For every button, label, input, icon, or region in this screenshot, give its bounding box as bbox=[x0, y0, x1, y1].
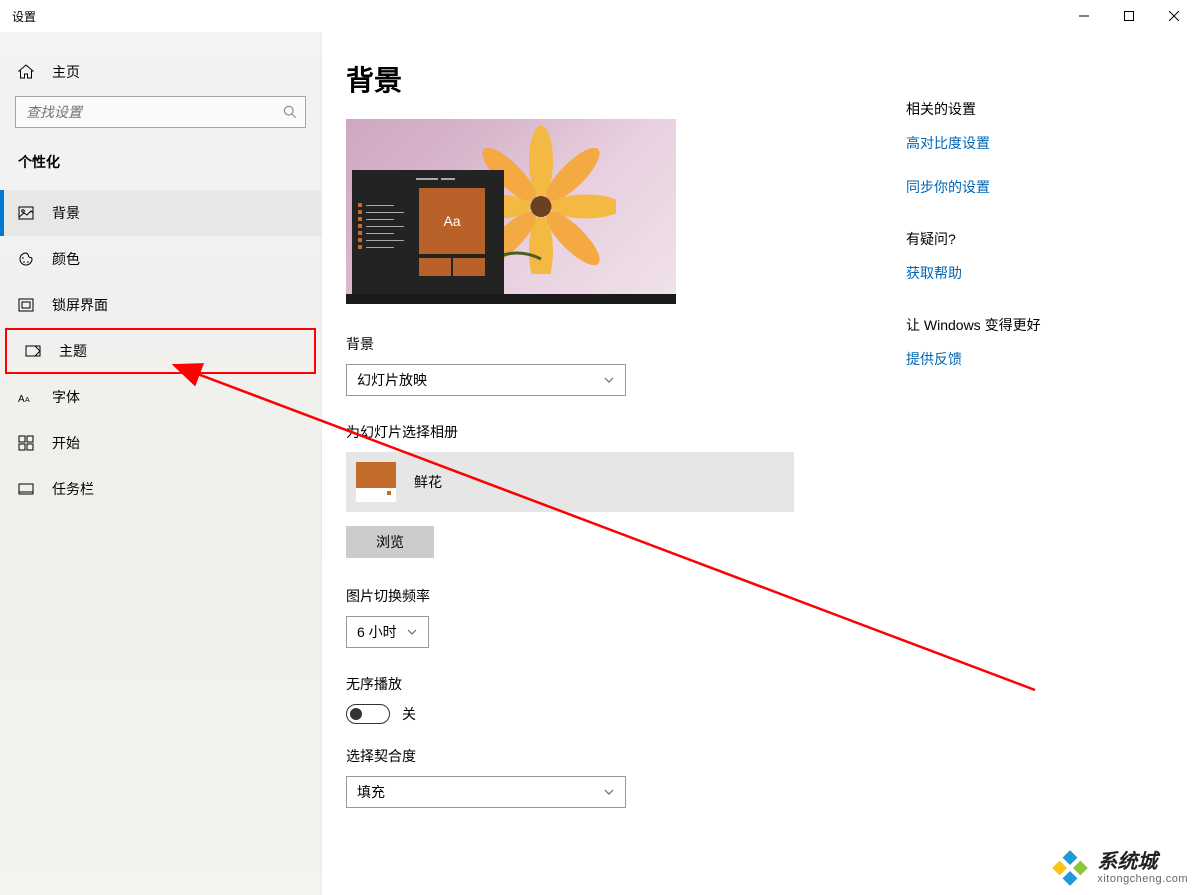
search-icon bbox=[283, 105, 297, 119]
shuffle-state: 关 bbox=[402, 704, 416, 724]
sidebar-item-label: 锁屏界面 bbox=[52, 295, 108, 315]
watermark: 系统城 xitongcheng.com bbox=[1049, 847, 1188, 889]
search-input[interactable] bbox=[26, 104, 283, 120]
sidebar-item-start[interactable]: 开始 bbox=[0, 420, 321, 466]
shuffle-toggle[interactable] bbox=[346, 704, 390, 724]
right-rail: 相关的设置 高对比度设置 同步你的设置 有疑问? 获取帮助 让 Windows … bbox=[906, 59, 1148, 875]
background-label: 背景 bbox=[346, 334, 906, 354]
sidebar-item-themes[interactable]: 主题 bbox=[5, 328, 316, 374]
chevron-down-icon bbox=[406, 626, 418, 638]
rail-link-sync[interactable]: 同步你的设置 bbox=[906, 177, 1148, 197]
watermark-url: xitongcheng.com bbox=[1097, 873, 1188, 885]
home-label: 主页 bbox=[52, 62, 80, 82]
rail-feedback-title: 让 Windows 变得更好 bbox=[906, 315, 1148, 335]
minimize-icon bbox=[1079, 11, 1089, 21]
sidebar-item-label: 字体 bbox=[52, 387, 80, 407]
watermark-name: 系统城 bbox=[1097, 851, 1188, 873]
frequency-label: 图片切换频率 bbox=[346, 586, 906, 606]
sidebar-item-label: 主题 bbox=[59, 341, 87, 361]
sidebar-item-lockscreen[interactable]: 锁屏界面 bbox=[0, 282, 321, 328]
album-thumbnail bbox=[356, 462, 396, 502]
start-icon bbox=[18, 435, 34, 451]
sidebar-item-label: 颜色 bbox=[52, 249, 80, 269]
palette-icon bbox=[18, 251, 34, 267]
sidebar-item-fonts[interactable]: AA 字体 bbox=[0, 374, 321, 420]
chevron-down-icon bbox=[603, 786, 615, 798]
window-title: 设置 bbox=[12, 8, 36, 25]
fit-label: 选择契合度 bbox=[346, 746, 906, 766]
watermark-logo-icon bbox=[1049, 847, 1091, 889]
album-row[interactable]: 鲜花 bbox=[346, 452, 794, 512]
sidebar-item-colors[interactable]: 颜色 bbox=[0, 236, 321, 282]
themes-icon bbox=[25, 343, 41, 359]
dropdown-value: 6 小时 bbox=[357, 622, 397, 642]
taskbar-icon bbox=[18, 481, 34, 497]
dropdown-value: 填充 bbox=[357, 782, 385, 802]
svg-text:A: A bbox=[25, 397, 30, 404]
picture-icon bbox=[18, 205, 34, 221]
rail-link-help[interactable]: 获取帮助 bbox=[906, 263, 1148, 283]
rail-link-feedback[interactable]: 提供反馈 bbox=[906, 349, 1148, 369]
preview-tile-text: Aa bbox=[419, 188, 485, 254]
section-title: 个性化 bbox=[0, 152, 321, 190]
close-button[interactable] bbox=[1151, 0, 1196, 32]
font-icon: AA bbox=[18, 389, 34, 405]
sidebar-item-label: 任务栏 bbox=[52, 479, 94, 499]
page-title: 背景 bbox=[346, 59, 906, 99]
background-dropdown[interactable]: 幻灯片放映 bbox=[346, 364, 626, 396]
rail-related-title: 相关的设置 bbox=[906, 99, 1148, 119]
sidebar: 主页 个性化 背景 颜色 锁屏界面 主题 AA 字体 bbox=[0, 32, 322, 895]
background-preview: Aa bbox=[346, 119, 676, 304]
dropdown-value: 幻灯片放映 bbox=[357, 370, 427, 390]
sidebar-item-taskbar[interactable]: 任务栏 bbox=[0, 466, 321, 512]
lockscreen-icon bbox=[18, 297, 34, 313]
search-input-wrapper[interactable] bbox=[15, 96, 306, 128]
browse-button[interactable]: 浏览 bbox=[346, 526, 434, 558]
rail-link-high-contrast[interactable]: 高对比度设置 bbox=[906, 133, 1148, 153]
home-icon bbox=[18, 64, 34, 80]
album-label: 为幻灯片选择相册 bbox=[346, 422, 906, 442]
minimize-button[interactable] bbox=[1061, 0, 1106, 32]
frequency-dropdown[interactable]: 6 小时 bbox=[346, 616, 429, 648]
album-name: 鲜花 bbox=[414, 472, 442, 492]
chevron-down-icon bbox=[603, 374, 615, 386]
sidebar-item-background[interactable]: 背景 bbox=[0, 190, 321, 236]
rail-question-title: 有疑问? bbox=[906, 229, 1148, 249]
maximize-button[interactable] bbox=[1106, 0, 1151, 32]
browse-label: 浏览 bbox=[376, 532, 404, 552]
maximize-icon bbox=[1124, 11, 1134, 21]
fit-dropdown[interactable]: 填充 bbox=[346, 776, 626, 808]
close-icon bbox=[1169, 11, 1179, 21]
home-link[interactable]: 主页 bbox=[0, 52, 321, 96]
svg-text:A: A bbox=[18, 394, 25, 405]
sidebar-item-label: 背景 bbox=[52, 203, 80, 223]
shuffle-label: 无序播放 bbox=[346, 674, 906, 694]
sidebar-item-label: 开始 bbox=[52, 433, 80, 453]
